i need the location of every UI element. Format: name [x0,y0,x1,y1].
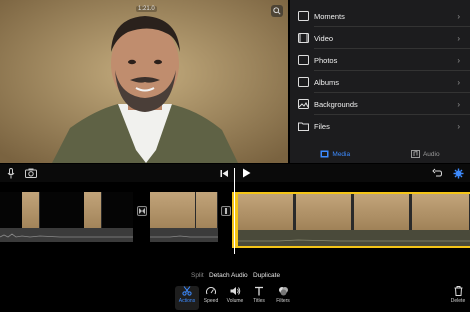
filters-icon [278,287,288,296]
inspector-toolbar: Actions Speed Volume Titles Filters Dele… [0,284,470,312]
browser-tabs: Media Audio [290,145,470,163]
waveform-graphic [150,235,218,238]
playhead[interactable] [234,168,235,254]
scissors-icon [182,286,192,296]
clip-thumbnail [22,192,40,230]
tool-label: Volume [226,298,244,304]
video-icon [298,33,309,43]
transition-icon [139,208,145,214]
chevron-right-icon: › [457,11,460,21]
tool-speed[interactable]: Speed [199,286,223,310]
timeline-clip[interactable] [0,192,133,230]
clip-selection-outline [232,192,470,248]
tool-label: Speed [203,298,219,304]
speedometer-icon [206,287,216,295]
timeline-toolbar [0,164,470,182]
preview-frame-image [0,0,288,163]
microphone-icon [7,167,15,178]
skip-to-start-icon [220,169,228,177]
microphone-button[interactable] [5,167,17,179]
tool-label: Filters [276,298,290,304]
video-preview[interactable]: 1:21.0 [0,0,288,163]
gear-icon [453,168,463,178]
browser-item-backgrounds[interactable]: Backgrounds › [290,93,470,115]
browser-item-label: Photos [314,55,338,65]
tab-audio[interactable]: Audio [410,150,440,158]
waveform-graphic [0,233,133,238]
clip-actions: Split Detach Audio Duplicate [0,272,470,282]
duplicate-button[interactable]: Duplicate [253,272,280,279]
browser-item-label: Moments [314,11,345,21]
trash-icon [454,286,462,296]
albums-icon [298,77,309,87]
skip-to-start-button[interactable] [218,167,230,179]
browser-item-label: Albums [314,77,340,87]
clip-thumbnail [150,192,196,230]
browser-item-label: Files [314,121,330,131]
tool-volume[interactable]: Volume [223,286,247,310]
browser-item-label: Backgrounds [314,99,358,109]
tab-media[interactable]: Media [320,150,350,158]
undo-button[interactable] [431,167,443,179]
chevron-right-icon: › [457,55,460,65]
files-icon [298,122,309,131]
tab-media-label: Media [332,150,351,158]
photos-icon [298,55,309,65]
timecode: 1:21.0 [136,6,157,12]
split-button[interactable]: Split [191,272,204,279]
zoom-icon [273,7,281,15]
camera-button[interactable] [24,167,38,179]
clip-thumbnail [84,192,102,230]
trim-handle-left[interactable] [232,192,238,248]
chevron-right-icon: › [457,33,460,43]
chevron-right-icon: › [457,99,460,109]
timeline-clip[interactable] [150,192,218,230]
settings-button[interactable] [451,167,465,179]
audio-waveform [0,228,133,242]
audio-waveform [150,228,218,242]
browser-item-moments[interactable]: Moments › [290,5,470,27]
camera-icon [25,168,37,178]
tool-label: Titles [253,298,265,304]
moments-icon [298,11,309,21]
browser-item-photos[interactable]: Photos › [290,49,470,71]
browser-item-video[interactable]: Video › [290,27,470,49]
media-icon [320,150,329,158]
text-icon [255,286,263,296]
browser-item-files[interactable]: Files › [290,115,470,137]
chevron-right-icon: › [457,121,460,131]
tool-titles[interactable]: Titles [247,286,271,310]
tab-audio-label: Audio [422,150,440,158]
browser-item-albums[interactable]: Albums › [290,71,470,93]
tool-delete[interactable]: Delete [446,286,470,310]
tool-filters[interactable]: Filters [271,286,295,310]
tool-label: Actions [178,298,196,304]
clip-thumbnail [196,192,218,230]
undo-icon [432,168,442,177]
speaker-icon [230,287,240,295]
play-icon [242,168,250,178]
browser-item-label: Video [314,33,334,43]
transition-button[interactable] [221,206,231,216]
tool-actions[interactable]: Actions [175,286,199,310]
detach-audio-button[interactable]: Detach Audio [209,272,248,279]
chevron-right-icon: › [457,77,460,87]
media-browser: Moments › Video › Photos › Albums › Back… [290,0,470,163]
tool-label: Delete [450,298,466,304]
timeline[interactable] [0,186,470,250]
audio-icon [410,150,420,158]
transition-icon [225,208,227,214]
play-button[interactable] [240,167,252,179]
transition-button[interactable] [137,206,147,216]
zoom-button[interactable] [271,5,283,17]
backgrounds-icon [298,99,309,109]
